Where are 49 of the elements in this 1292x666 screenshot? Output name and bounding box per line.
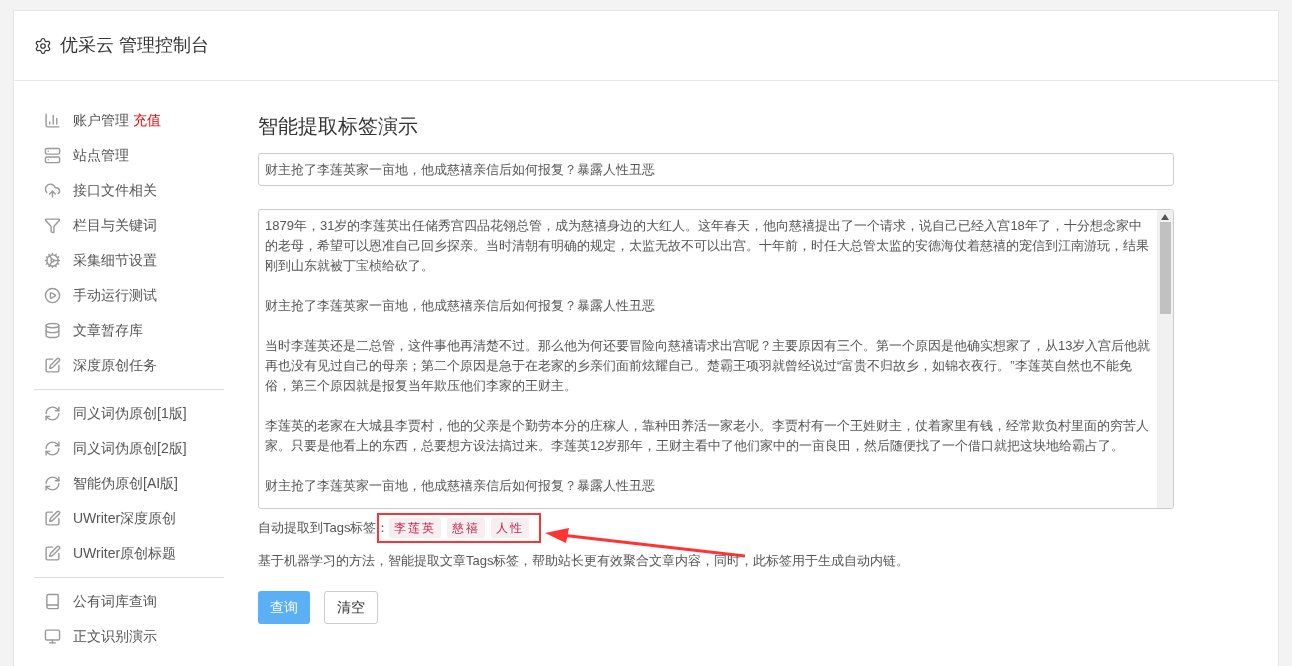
server-icon [44,147,61,164]
console-title: 优采云 管理控制台 [60,34,209,57]
scrollbar-thumb[interactable] [1159,222,1171,314]
database-icon [44,322,61,339]
recharge-link[interactable]: 充值 [133,110,161,131]
sidebar-item[interactable]: 正文识别演示 [73,626,157,647]
tag: 李莲英 [389,518,442,538]
edit-icon [44,510,61,527]
tag: 慈禧 [447,518,486,538]
content-paragraph: 李莲英的老家在大城县李贾村，他的父亲是个勤劳本分的庄稼人，靠种田养活一家老小。李贾村有一个王姓财主，仗着家里有钱，经常欺负村里面的穷苦人家。只要是他看上的东西，总要想方设法搞过来。李莲英12岁那年，王财主看中了他们家中的一亩良田，然后随便找了一个借口就把这块地给霸占了。 [265,417,1150,455]
refresh-icon [44,475,61,492]
page-title: 智能提取标签演示 [258,114,419,139]
sidebar-item[interactable]: 智能伪原创[AI版] [73,473,178,494]
sidebar-item[interactable]: 账户管理 [73,110,129,131]
content-paragraph: 1879年，31岁的李莲英出任储秀宫四品花翎总管，成为慈禧身边的大红人。这年春天，他向慈禧提出了一个请求，说自己已经入宫18年了，十分想念家中的老母，希望可以恩准自己回乡探亲。当时清朝有明确的规定，太监无故不可以出宫。十年前，时任大总管太监的安德海仗着慈禧的宠信到江南游玩，结果刚到山东就被丁宝桢给砍了。 [265,217,1150,275]
scroll-up-icon[interactable] [1161,214,1169,220]
cloud-upload-icon [44,182,61,199]
play-icon [44,287,61,304]
book-icon [44,593,61,610]
title-field[interactable]: 财主抢了李莲英家一亩地，他成慈禧亲信后如何报复？暴露人性丑恶 [258,153,1174,186]
sidebar-item[interactable]: 公有词库查询 [73,591,157,612]
tag: 人性 [491,518,530,538]
sidebar-item[interactable]: 深度原创任务 [73,355,157,376]
refresh-icon [44,405,61,422]
sidebar-item[interactable]: 接口文件相关 [73,180,157,201]
sidebar-item[interactable]: 采集细节设置 [73,250,157,271]
content-paragraph: 财主抢了李莲英家一亩地，他成慈禧亲信后如何报复？暴露人性丑恶 [265,297,656,315]
content-field[interactable] [258,209,1174,509]
refresh-icon [44,440,61,457]
sidebar-item[interactable]: 站点管理 [73,145,129,166]
sidebar-item[interactable]: 同义词伪原创[1版] [73,403,187,424]
filter-icon [44,217,61,234]
sidebar-item[interactable]: UWriter原创标题 [73,543,177,564]
sidebar-item[interactable]: 手动运行测试 [73,285,157,306]
content-paragraph: 当时李莲英还是二总管，这件事他再清楚不过。那么他为何还要冒险向慈禧请求出宫呢？主要原因有三个。第一个原因是他确实想家了，从13岁入宫后他就再也没有见过自己的母亲；第二个原因是急于在老家的乡亲们面前炫耀自己。楚霸王项羽就曾经说过“富贵不归故乡，如锦衣夜行。”李莲英自然也不能免俗，第三个原因就是报复当年欺压他们李家的王财主。 [265,337,1151,395]
gear-icon [44,252,61,269]
content-paragraph: 财主抢了李莲英家一亩地，他成慈禧亲信后如何报复？暴露人性丑恶 [265,477,656,495]
edit-icon [44,357,61,374]
edit-icon [44,545,61,562]
tags-label: 自动提取到Tags标签： [258,519,390,538]
clear-button[interactable]: 清空 [324,590,378,624]
bar-chart-icon [44,112,61,129]
monitor-icon [44,628,61,645]
description: 基于机器学习的方法，智能提取文章Tags标签，帮助站长更有效聚合文章内容，同时，此标签用于生成自动内链。 [258,552,911,570]
settings-icon [34,36,52,55]
sidebar-item[interactable]: UWriter深度原创 [73,508,177,529]
sidebar-item[interactable]: 栏目与关键词 [73,215,157,236]
sidebar-item[interactable]: 文章暂存库 [73,320,143,341]
sidebar-item[interactable]: 同义词伪原创[2版] [73,438,187,459]
